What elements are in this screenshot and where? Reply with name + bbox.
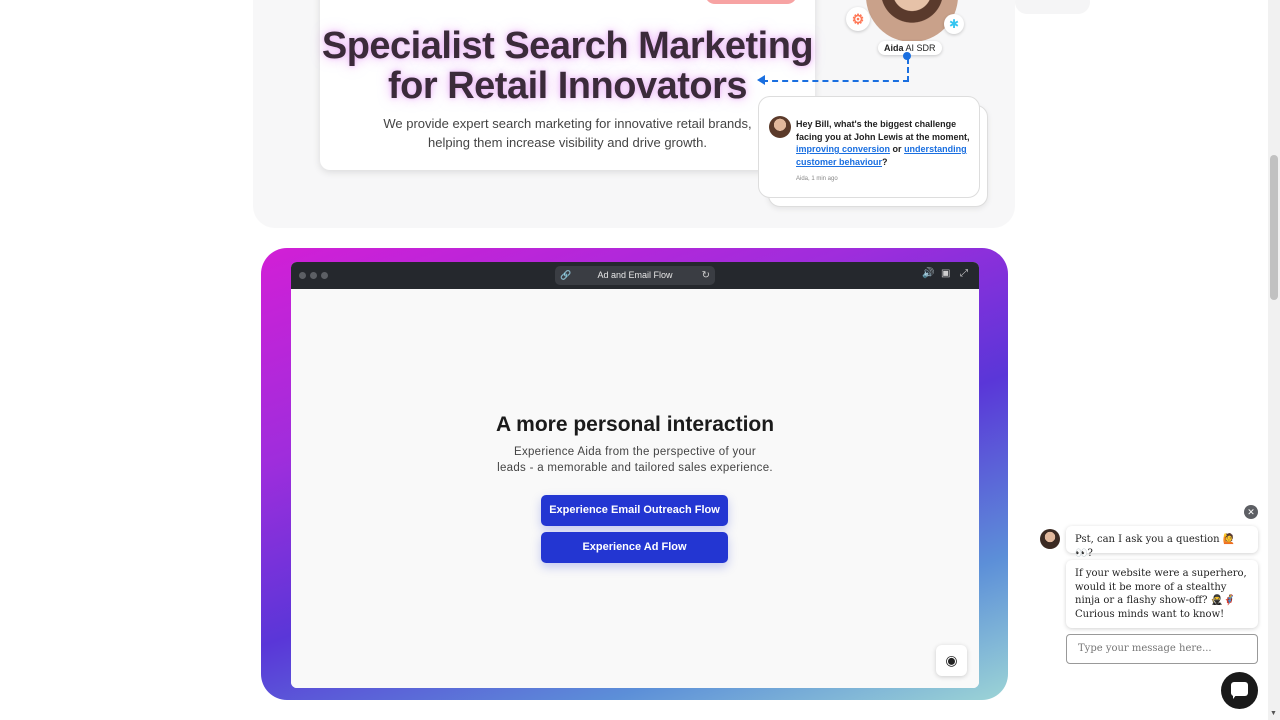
window-dot-minimize (310, 272, 317, 279)
chat-bubble-superhero: If your website were a superhero, would … (1066, 560, 1258, 628)
hero-cta-pill[interactable] (705, 0, 797, 4)
demo-widget-icon[interactable]: ◉ (936, 645, 967, 676)
window-dot-maximize (321, 272, 328, 279)
aida-role: AI SDR (905, 43, 936, 53)
ad-flow-button[interactable]: Experience Ad Flow (541, 532, 728, 563)
aida-chat-meta: Aida, 1 min ago (796, 176, 838, 182)
chat-message-field[interactable] (1066, 634, 1258, 664)
hero-title-line2: for Retail Innovators (388, 65, 748, 107)
hero-subtitle-line1: We provide expert search marketing for i… (383, 116, 752, 131)
aida-message-or: or (892, 144, 902, 154)
hero-subtitle-line2: helping them increase visibility and dri… (428, 135, 707, 150)
hero-title: Specialist Search Marketing for Retail I… (320, 26, 815, 106)
fullscreen-icon[interactable]: ⤢ (960, 268, 968, 279)
address-bar-title: Ad and Email Flow (597, 270, 673, 280)
decorative-pill (1015, 0, 1090, 14)
aida-message-end: ? (882, 156, 888, 167)
close-chat-icon[interactable]: ✕ (1244, 505, 1258, 519)
demo-heading: A more personal interaction (495, 413, 775, 436)
demo-subtitle-line1: Experience Aida from the perspective of … (513, 446, 757, 458)
volume-icon[interactable]: 🔊 (922, 268, 934, 279)
address-bar[interactable]: 🔗 Ad and Email Flow ↻ (555, 266, 715, 285)
connector-arrow-icon (757, 75, 765, 85)
chat-launcher-button[interactable] (1221, 672, 1258, 709)
chat-bubble-tail (1233, 694, 1237, 699)
aida-chat-avatar (769, 116, 791, 138)
email-outreach-flow-button[interactable]: Experience Email Outreach Flow (541, 495, 728, 526)
captions-icon[interactable]: ▣ (941, 268, 950, 279)
chat-bubble-question: Pst, can I ask you a question 🙋 👀? (1066, 526, 1258, 559)
aida-chat-message: Hey Bill, what's the biggest challenge f… (796, 118, 971, 168)
demo-subtitle: Experience Aida from the perspective of … (495, 444, 775, 476)
chat-widget-avatar (1040, 529, 1060, 549)
reload-icon[interactable]: ↻ (702, 266, 710, 285)
hubspot-icon: ⚙ (846, 7, 870, 31)
link-improving-conversion[interactable]: improving conversion (796, 144, 890, 154)
scroll-down-icon[interactable]: ▼ (1270, 710, 1277, 717)
window-dot-close (299, 272, 306, 279)
connector-dot (903, 52, 911, 60)
aida-name: Aida (884, 43, 904, 53)
connector-line (762, 58, 909, 82)
demo-subtitle-line2: leads - a memorable and tailored sales e… (497, 462, 773, 474)
demo-content: A more personal interaction Experience A… (291, 289, 979, 688)
link-icon: 🔗 (560, 270, 572, 280)
hero-subtitle: We provide expert search marketing for i… (380, 114, 755, 152)
browser-toolbar: 🔗 Ad and Email Flow ↻ 🔊 ▣ ⤢ (291, 262, 979, 289)
chat-message-input[interactable] (1076, 642, 1252, 655)
hero-title-line1: Specialist Search Marketing (321, 25, 814, 67)
scrollbar-thumb[interactable] (1270, 155, 1278, 300)
page-scrollbar[interactable]: ▼ (1268, 0, 1280, 720)
aida-message-text: Hey Bill, what's the biggest challenge f… (796, 119, 970, 142)
demo-browser-window: 🔗 Ad and Email Flow ↻ 🔊 ▣ ⤢ A more perso… (291, 262, 979, 688)
slack-icon: ✱ (944, 14, 964, 34)
